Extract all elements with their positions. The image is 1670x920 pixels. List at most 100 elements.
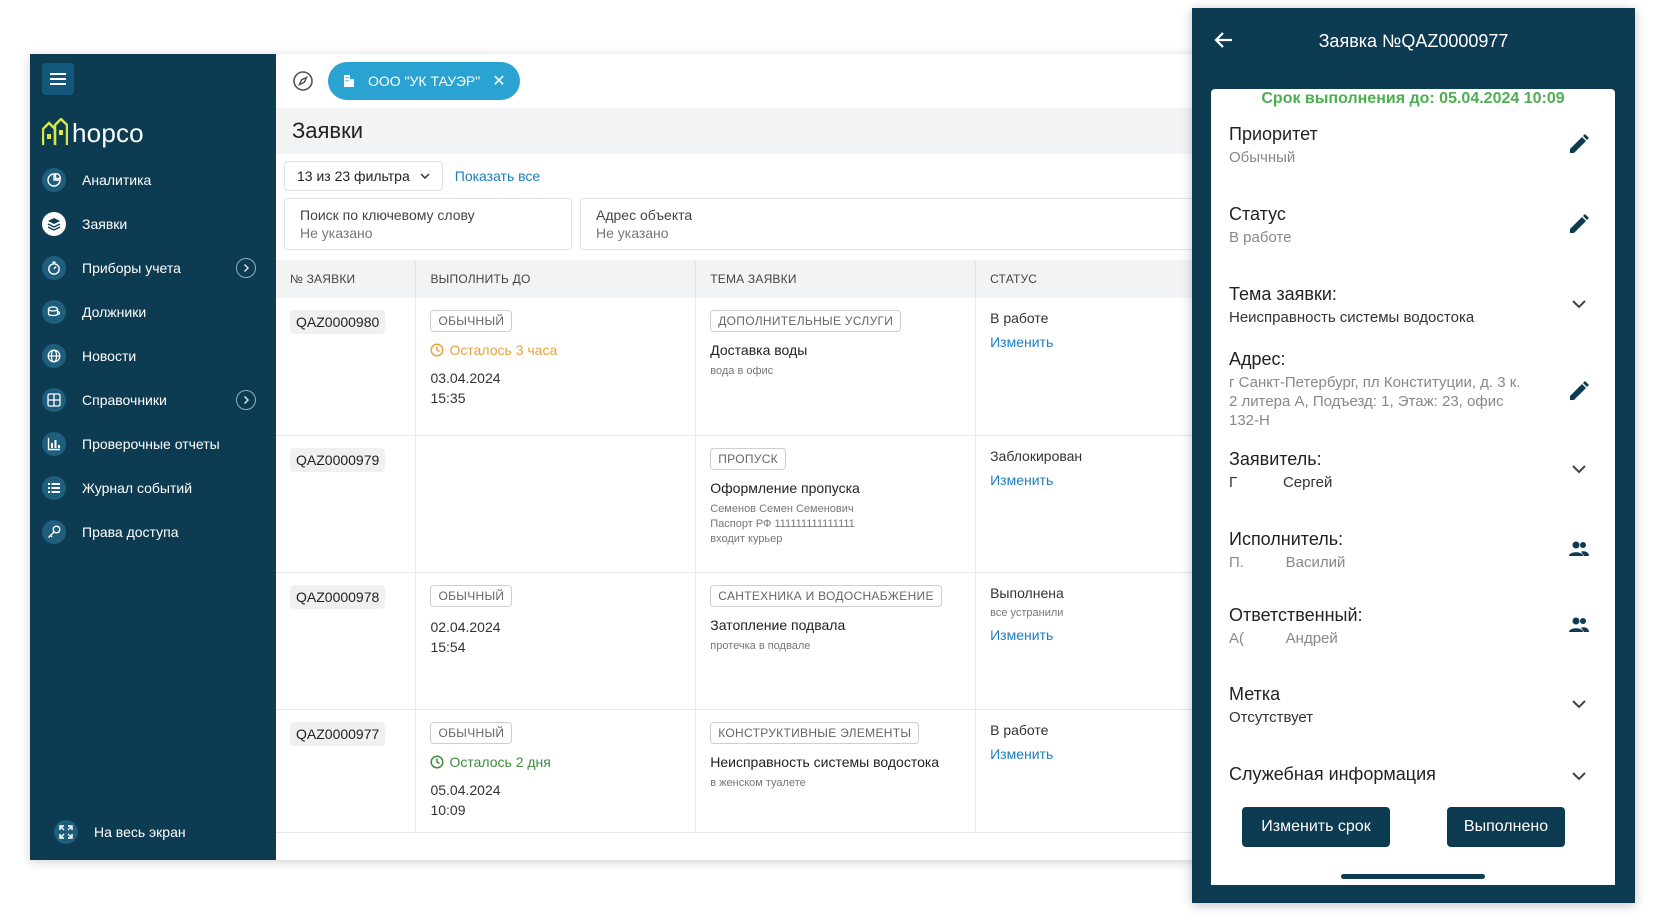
sidebar-item-4[interactable]: Новости xyxy=(30,334,280,378)
topic-description-line: Семенов Семен Семенович xyxy=(710,502,854,515)
change-status-link[interactable]: Изменить xyxy=(990,746,1181,762)
topic-description: протечка в подвале xyxy=(710,639,961,654)
cell-due xyxy=(415,435,697,573)
sidebar-item-2[interactable]: Приборы учета xyxy=(30,246,280,290)
mobile-title: Заявка №QAZ0000977 xyxy=(1318,30,1509,51)
due-date-time: 15:54 xyxy=(430,638,466,655)
edit-pencil-icon[interactable] xyxy=(1567,132,1591,156)
keyword-search-field[interactable]: Поиск по ключевому слову Не указано xyxy=(284,198,572,250)
chevron-down-icon[interactable] xyxy=(1567,457,1591,481)
request-id[interactable]: QAZ0000978 xyxy=(290,584,386,609)
chevron-down-icon[interactable] xyxy=(1567,692,1591,716)
priority-row[interactable]: Приоритет Обычный xyxy=(1229,124,1597,167)
topic-description-line: Паспорт РФ 111111111111111 xyxy=(710,517,855,530)
column-header-id[interactable]: № ЗАЯВКИ xyxy=(276,260,417,298)
time-remaining-text: Осталось 3 часа xyxy=(449,342,558,358)
due-date-time: 15:35 xyxy=(430,390,466,406)
sidebar-item-label: Справочники xyxy=(82,392,167,408)
sidebar-item-0[interactable]: Аналитика xyxy=(30,158,280,202)
sidebar-item-7[interactable]: Журнал событий xyxy=(30,466,280,510)
chevron-down-icon[interactable] xyxy=(1567,764,1591,788)
organization-chip[interactable]: ООО "УК ТАУЭР" ✕ xyxy=(328,62,520,100)
globe-icon xyxy=(42,344,66,368)
request-id[interactable]: QAZ0000980 xyxy=(290,310,386,334)
cell-topic: ДОПОЛНИТЕЛЬНЫЕ УСЛУГИ Доставка воды вода в… xyxy=(695,298,977,436)
chevron-down-icon xyxy=(420,173,430,179)
filter-dropdown-label: 13 из 23 фильтра xyxy=(297,168,410,184)
hamburger-menu-button[interactable] xyxy=(42,63,74,95)
topic-description-line: в женском туалете xyxy=(710,776,806,789)
cell-due: ОБЫЧНЫЙ Осталось 3 часа 03.04.2024 15:35 xyxy=(415,298,697,436)
sidebar-item-6[interactable]: Проверочные отчеты xyxy=(30,422,280,466)
table-header-row: № ЗАЯВКИ ВЫПОЛНИТЬ ДО ТЕМА ЗАЯВКИ СТАТУС xyxy=(276,260,1196,298)
done-button[interactable]: Выполнено xyxy=(1447,807,1565,847)
people-icon[interactable] xyxy=(1567,613,1591,637)
topic-description: вода в офис xyxy=(710,364,961,379)
column-header-topic[interactable]: ТЕМА ЗАЯВКИ xyxy=(695,260,977,298)
topic-row[interactable]: Тема заявки: Неисправность системы водос… xyxy=(1229,284,1597,327)
close-icon[interactable]: ✕ xyxy=(492,71,505,91)
priority-badge: ОБЫЧНЫЙ xyxy=(430,584,513,607)
applicant-row[interactable]: Заявитель: Г Сергей xyxy=(1229,449,1597,492)
responsible-label: Ответственный: xyxy=(1229,605,1363,625)
filters-bar: 13 из 23 фильтра Показать все xyxy=(276,154,1200,198)
change-deadline-button[interactable]: Изменить срок xyxy=(1242,807,1390,847)
back-arrow-icon[interactable] xyxy=(1212,28,1236,52)
priority-badge: ОБЫЧНЫЙ xyxy=(430,310,513,332)
tag-row[interactable]: Метка Отсутствует xyxy=(1229,684,1597,727)
cell-status: В работе Изменить xyxy=(975,298,1196,436)
address-row[interactable]: Адрес: г Санкт-Петербург, пл Конституции… xyxy=(1229,349,1597,430)
page-title: Заявки xyxy=(292,118,364,143)
chevron-down-icon[interactable] xyxy=(1567,292,1591,316)
time-remaining: Осталось 2 дня xyxy=(430,754,681,770)
responsible-value: А( Андрей xyxy=(1229,630,1338,647)
sidebar-item-5[interactable]: Справочники xyxy=(30,378,280,422)
due-date: 02.04.2024 15:54 xyxy=(430,617,681,657)
edit-pencil-icon[interactable] xyxy=(1567,379,1591,403)
address-search-field[interactable]: Адрес объекта Не указано xyxy=(580,198,1200,250)
chevron-right-icon[interactable] xyxy=(236,258,256,278)
table-row[interactable]: QAZ0000980 ОБЫЧНЫЙ Осталось 3 часа 03.04.20… xyxy=(276,298,1196,436)
topic-description: в женском туалете xyxy=(710,776,961,791)
column-header-status[interactable]: СТАТУС xyxy=(975,260,1196,298)
topic-category-badge: КОНСТРУКТИВНЫЕ ЭЛЕМЕНТЫ xyxy=(710,721,920,744)
keyword-search-value: Не указано xyxy=(300,225,373,241)
topic-title: Неисправность системы водостока xyxy=(710,753,940,770)
edit-pencil-icon[interactable] xyxy=(1567,212,1591,236)
sidebar-item-1[interactable]: Заявки xyxy=(30,202,280,246)
executor-row[interactable]: Исполнитель: П. Василий xyxy=(1229,529,1597,572)
change-status-link[interactable]: Изменить xyxy=(990,334,1181,350)
address-label: Адрес: xyxy=(1229,349,1286,369)
topic-category-badge: ДОПОЛНИТЕЛЬНЫЕ УСЛУГИ xyxy=(710,310,902,332)
change-status-link[interactable]: Изменить xyxy=(990,472,1181,488)
fullscreen-button[interactable]: На весь экран xyxy=(42,810,186,854)
due-date-day: 05.04.2024 xyxy=(430,781,501,798)
people-icon[interactable] xyxy=(1567,537,1591,561)
sidebar-item-8[interactable]: Права доступа xyxy=(30,510,280,554)
due-date-day: 02.04.2024 xyxy=(430,618,501,635)
coins-icon xyxy=(42,300,66,324)
hamburger-icon xyxy=(50,73,66,85)
responsible-row[interactable]: Ответственный: А( Андрей xyxy=(1229,605,1597,648)
home-indicator xyxy=(1341,874,1485,879)
sidebar-item-3[interactable]: Должники xyxy=(30,290,280,334)
service-info-row[interactable]: Служебная информация xyxy=(1229,764,1597,785)
request-id[interactable]: QAZ0000979 xyxy=(290,447,386,472)
chevron-right-icon[interactable] xyxy=(236,390,256,410)
requests-table: № ЗАЯВКИ ВЫПОЛНИТЬ ДО ТЕМА ЗАЯВКИ СТАТУС… xyxy=(276,260,1196,833)
table-row[interactable]: QAZ0000978 ОБЫЧНЫЙ 02.04.2024 15:54 САНТЕХНИ… xyxy=(276,572,1196,710)
request-id[interactable]: QAZ0000977 xyxy=(290,721,386,746)
clock-icon xyxy=(430,343,445,357)
change-status-link[interactable]: Изменить xyxy=(990,627,1181,643)
priority-label: Приоритет xyxy=(1229,124,1318,144)
show-all-link[interactable]: Показать все xyxy=(455,168,540,184)
filter-dropdown[interactable]: 13 из 23 фильтра xyxy=(284,161,443,191)
column-header-due[interactable]: ВЫПОЛНИТЬ ДО xyxy=(415,260,697,298)
compass-icon[interactable] xyxy=(292,70,314,92)
table-row[interactable]: QAZ0000979 ПРОПУСК Оформление пропуска Семе… xyxy=(276,435,1196,573)
status-row[interactable]: Статус В работе xyxy=(1229,204,1597,247)
desktop-window: hopco Аналитика Заявки Приборы учета Должни… xyxy=(30,54,1200,860)
table-row[interactable]: QAZ0000977 ОБЫЧНЫЙ Осталось 2 дня 05.04.202… xyxy=(276,709,1196,833)
sidebar-item-label: Должники xyxy=(82,304,147,320)
sidebar: hopco Аналитика Заявки Приборы учета Должни… xyxy=(30,54,276,860)
